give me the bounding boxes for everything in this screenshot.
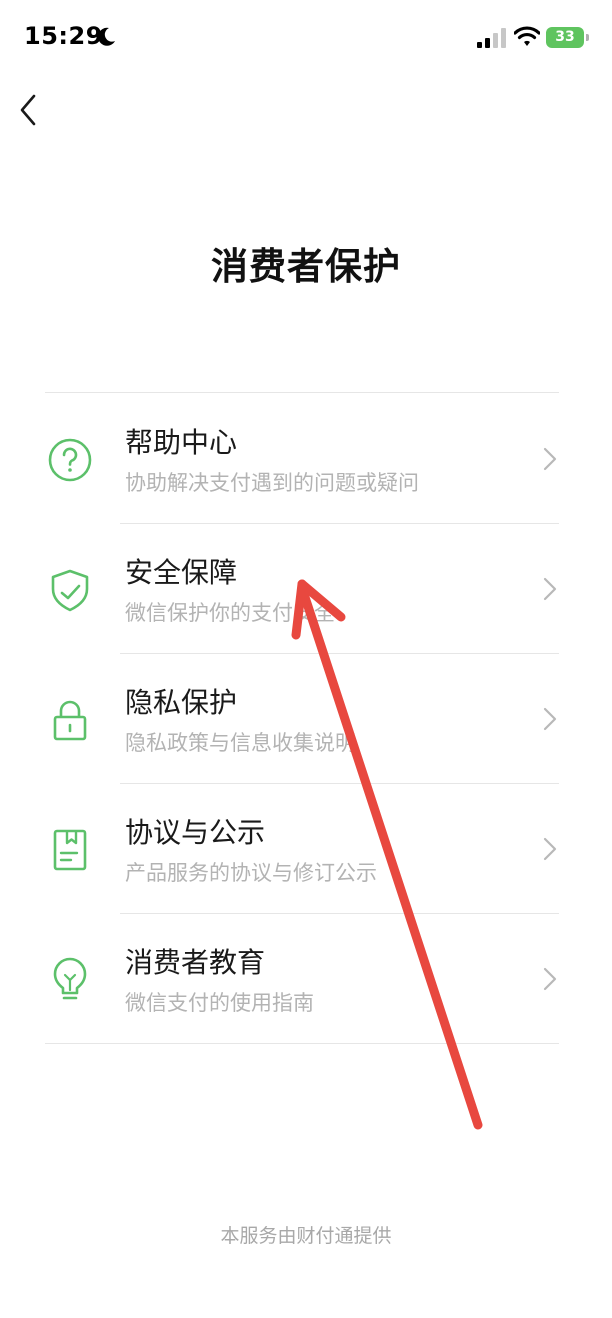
menu-item-title: 隐私保护 [125,686,238,719]
lock-icon [53,700,87,741]
menu-item-privacy[interactable]: 隐私保护 隐私政策与信息收集说明 [45,653,559,783]
chevron-right-icon [543,837,557,861]
status-time: 15:29 [24,22,103,50]
battery-indicator: 33 [546,27,590,48]
menu-item-consumer-education[interactable]: 消费者教育 微信支付的使用指南 [45,913,559,1043]
chevron-right-icon [543,577,557,601]
lightbulb-icon [53,957,87,1000]
chevron-right-icon [543,707,557,731]
chevron-right-icon [543,967,557,991]
chevron-right-icon [543,447,557,471]
document-icon [53,829,87,871]
menu-item-agreements[interactable]: 协议与公示 产品服务的协议与修订公示 [45,783,559,913]
moon-icon [98,27,115,46]
menu-item-security[interactable]: 安全保障 微信保护你的支付安全 [45,523,559,653]
back-button[interactable] [12,90,48,130]
footer-provider-text: 本服务由财付通提供 [220,1225,392,1247]
menu-item-subtitle: 产品服务的协议与修订公示 [125,861,377,885]
menu-item-subtitle: 隐私政策与信息收集说明 [125,731,356,755]
battery-cap [586,34,589,41]
page-title: 消费者保护 [211,245,401,288]
menu-item-title: 安全保障 [125,556,238,589]
menu-item-subtitle: 微信保护你的支付安全 [125,601,335,625]
shield-check-icon [51,569,89,612]
menu-item-title: 帮助中心 [125,426,238,459]
chevron-left-icon [20,94,36,126]
wifi-icon [514,26,540,46]
menu-item-title: 协议与公示 [125,816,266,849]
menu-list: 帮助中心 协助解决支付遇到的问题或疑问 安全保障 微信保护你的支付安全 隐私保护… [45,392,559,1044]
menu-item-subtitle: 协助解决支付遇到的问题或疑问 [125,471,419,495]
signal-icon [477,28,506,48]
status-bar: 15:29 33 [0,0,612,76]
menu-item-title: 消费者教育 [125,946,266,979]
battery-level: 33 [546,27,584,48]
menu-item-help-center[interactable]: 帮助中心 协助解决支付遇到的问题或疑问 [45,393,559,523]
menu-item-subtitle: 微信支付的使用指南 [125,991,314,1015]
help-circle-icon [48,438,92,482]
